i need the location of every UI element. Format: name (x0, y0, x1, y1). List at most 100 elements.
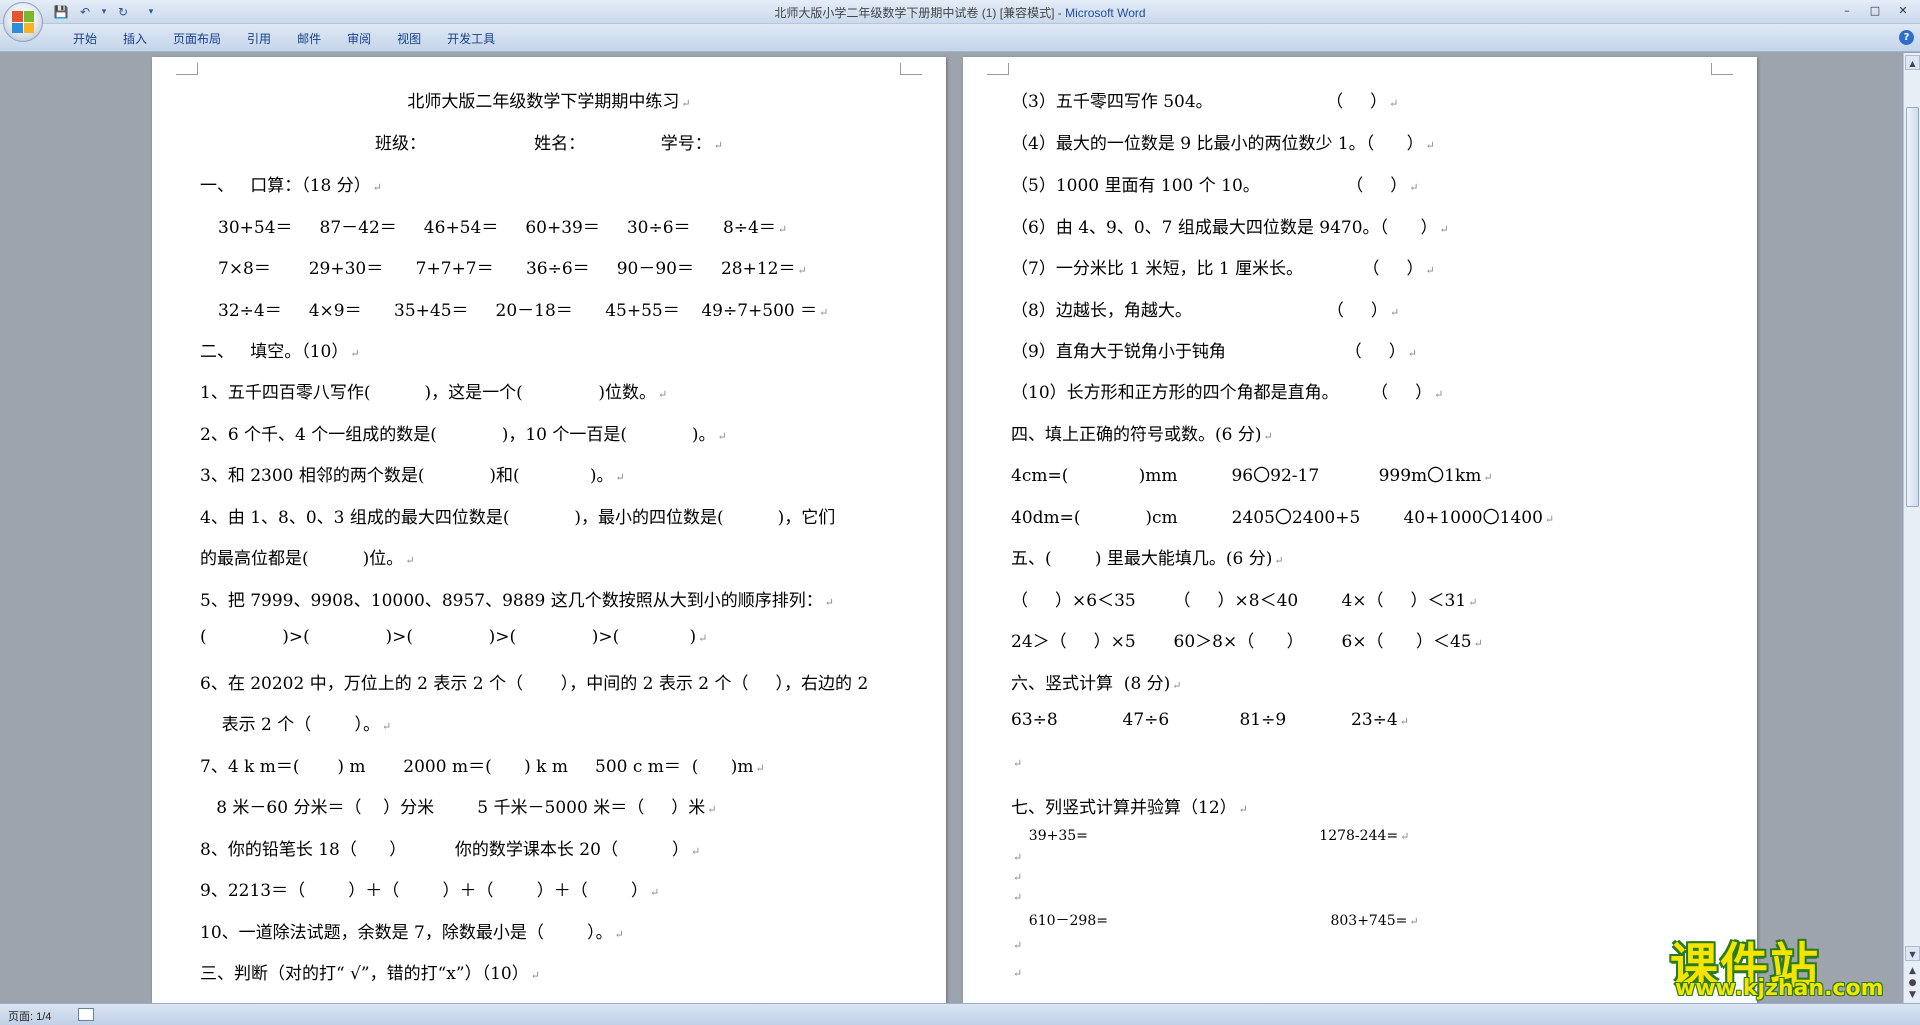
office-logo-icon (12, 11, 34, 33)
paragraph-mark: ↵ (1425, 264, 1435, 277)
paragraph-mark: ↵ (777, 223, 788, 236)
oral-row-text: 7×8＝ 29+30＝ 7+7+7＝ 36÷6＝ 90－90＝ 28+12＝ (218, 259, 796, 279)
paragraph-mark: ↵ (1013, 871, 1023, 884)
symbol-row-text: 4cm=( )mm 96〇92-17 999m〇1km (1011, 466, 1482, 486)
fill-line-text: 6、在 20202 中，万位上的 2 表示 2 个（ ），中间的 2 表示 2 … (200, 674, 869, 694)
fill-line: 8 米－60 分米＝（ ）分米 5 千米－5000 米＝（ ）米 ↵ (200, 793, 716, 818)
judge-item-text: （8）边越长，角越大。 （ ） (1011, 301, 1388, 321)
fill-line: 6、在 20202 中，万位上的 2 表示 2 个（ ），中间的 2 表示 2 … (200, 669, 868, 694)
office-button[interactable] (3, 2, 43, 42)
section-7-heading-text: 七、列竖式计算并验算（12） (1011, 798, 1237, 818)
fill-line: 3、和 2300 相邻的两个数是( )和( )。 ↵ (200, 461, 625, 486)
tab-mailings[interactable]: 邮件 (284, 30, 334, 47)
status-bar: 页面: 1/4 (0, 1003, 1920, 1025)
close-button[interactable]: ✕ (1890, 2, 1916, 20)
macro-record-icon[interactable] (78, 1008, 94, 1021)
page-1[interactable]: 北师大版二年级数学下学期期中练习 ↵ 班级： 姓名： 学号： ↵ 一、 口算：（18… (152, 57, 946, 1003)
margin-corner-marker (1711, 63, 1733, 75)
fill-line: 表示 2 个（ ）。 ↵ (200, 710, 392, 735)
section-4-heading: 四、填上正确的符号或数。(6 分) ↵ (1011, 420, 1273, 445)
paragraph-mark: ↵ (1013, 967, 1023, 980)
page-2[interactable]: （3）五千零四写作 504。 （ ） ↵ （4）最大的一位数是 9 比最小的两位数… (963, 57, 1757, 1003)
fill-line: 5、把 7999、9908、10000、8957、9889 这几个数按照从大到小… (200, 586, 834, 611)
section-2-heading-text: 二、 填空。（10） (200, 342, 349, 362)
section-2-heading: 二、 填空。（10） ↵ (200, 337, 360, 362)
section-1-heading-text: 一、 口算：（18 分） (200, 176, 371, 196)
paragraph-mark: ↵ (755, 762, 765, 775)
tab-page-layout[interactable]: 页面布局 (160, 30, 234, 47)
judge-item: （8）边越长，角越大。 （ ） ↵ (1011, 296, 1399, 321)
paragraph-mark: ↵ (1389, 306, 1400, 319)
maximize-button[interactable]: □ (1862, 2, 1888, 20)
empty-paragraph: ↵ (1011, 869, 1022, 885)
tab-references[interactable]: 引用 (234, 30, 284, 47)
page-number-indicator[interactable]: 页面: 1/4 (8, 1008, 51, 1024)
select-browse-object-icon[interactable]: ● (1906, 977, 1919, 989)
next-page-icon[interactable]: ▼ (1906, 989, 1919, 1001)
paragraph-mark: ↵ (1409, 915, 1419, 928)
student-info-text: 班级： 姓名： 学号： (375, 134, 712, 154)
document-area[interactable]: 北师大版二年级数学下学期期中练习 ↵ 班级： 姓名： 学号： ↵ 一、 口算：（18… (0, 53, 1903, 1003)
window-controls: – □ ✕ (1834, 2, 1916, 20)
empty-paragraph: ↵ (1011, 965, 1022, 981)
judge-item-text: （9）直角大于锐角小于钝角 （ ） (1011, 342, 1406, 362)
paragraph-mark: ↵ (819, 306, 829, 319)
scroll-up-icon[interactable]: ▲ (1905, 55, 1920, 70)
vertical-scrollbar[interactable]: ▲ ▼ ▲ ● ▼ (1903, 53, 1920, 1003)
maxfill-row-text: 24＞（ ）×5 60＞8×（ ） 6×（ ）＜45 (1011, 632, 1472, 652)
watermark-logo: 课件站 www.kjzhan.com (1665, 926, 1901, 1003)
fill-line-text: ( )>( )>( )>( )>( ) (200, 627, 697, 647)
scroll-down-icon[interactable]: ▼ (1905, 946, 1920, 961)
paragraph-mark: ↵ (707, 803, 717, 816)
section-4-heading-text: 四、填上正确的符号或数。(6 分) (1011, 425, 1262, 445)
paragraph-mark: ↵ (1263, 430, 1273, 443)
scrollbar-thumb[interactable] (1906, 107, 1919, 507)
check-calc-row: 39+35= 1278-244= ↵ (1011, 828, 1410, 844)
judge-item-text: （3）五千零四写作 504。 （ ） (1011, 92, 1388, 112)
fill-line-text: 9、2213＝（ ）＋（ ）＋（ ）＋（ ） (200, 881, 649, 901)
watermark-url: www.kjzhan.com (1675, 976, 1884, 1001)
tab-insert[interactable]: 插入 (110, 30, 160, 47)
tab-home[interactable]: 开始 (60, 30, 110, 47)
tab-view[interactable]: 视图 (384, 30, 434, 47)
fill-line-text: 8 米－60 分米＝（ ）分米 5 千米－5000 米＝（ ）米 (200, 798, 706, 818)
paragraph-mark: ↵ (1013, 851, 1023, 864)
check-calc-text: 610－298= 803+745= (1011, 913, 1408, 929)
maxfill-row: 24＞（ ）×5 60＞8×（ ） 6×（ ）＜45 ↵ (1011, 627, 1483, 652)
previous-page-icon[interactable]: ▲ (1906, 965, 1919, 977)
section-5-heading: 五、( ) 里最大能填几。(6 分) ↵ (1011, 544, 1284, 569)
section-1-heading: 一、 口算：（18 分） ↵ (200, 171, 382, 196)
judge-item: （10）长方形和正方形的四个角都是直角。 （ ） ↵ (1011, 378, 1443, 403)
minimize-button[interactable]: – (1834, 2, 1860, 20)
empty-paragraph: ↵ (1011, 752, 1022, 772)
maxfill-row-text: （ ）×6＜35 （ ）×8＜40 4×（ ）＜31 (1011, 591, 1467, 611)
maxfill-row: （ ）×6＜35 （ ）×8＜40 4×（ ）＜31 ↵ (1011, 586, 1477, 611)
paragraph-mark: ↵ (650, 886, 660, 899)
fill-line-text: 4、由 1、8、0、3 组成的最大四位数是( )，最小的四位数是( )，它们 (200, 508, 836, 528)
paragraph-mark: ↵ (1274, 554, 1284, 567)
help-icon[interactable]: ? (1899, 30, 1914, 45)
paragraph-mark: ↵ (690, 845, 701, 858)
fill-line-text: 5、把 7999、9908、10000、8957、9889 这几个数按照从大到小… (200, 591, 823, 611)
oral-row: 7×8＝ 29+30＝ 7+7+7＝ 36÷6＝ 90－90＝ 28+12＝ ↵ (218, 254, 807, 279)
tab-developer[interactable]: 开发工具 (434, 30, 508, 47)
judge-item-text: （5）1000 里面有 100 个 10。 （ ） (1011, 176, 1408, 196)
paragraph-mark: ↵ (698, 632, 708, 645)
paragraph-mark: ↵ (1407, 347, 1417, 360)
fill-line-text: 2、6 个千、4 个一组成的数是( )，10 个一百是( )。 (200, 425, 716, 445)
paragraph-mark: ↵ (1172, 679, 1182, 692)
section-6-heading-text: 六、竖式计算 (8 分) (1011, 674, 1171, 694)
paragraph-mark: ↵ (681, 97, 691, 110)
fill-line-text: 10、一道除法试题，余数是 7，除数最小是（ ）。 (200, 923, 613, 943)
student-info: 班级： 姓名： 学号： ↵ (152, 129, 946, 154)
section-3-heading-text: 三、判断（对的打“ √”，错的打“x”）（10） (200, 964, 529, 984)
paragraph-mark: ↵ (1425, 139, 1435, 152)
judge-item-text: （10）长方形和正方形的四个角都是直角。 （ ） (1011, 383, 1433, 403)
fill-line: 的最高位都是( )位。 ↵ (200, 544, 415, 569)
fill-line: ( )>( )>( )>( )>( ) ↵ (200, 627, 707, 647)
fill-line-text: 的最高位都是( )位。 (200, 549, 404, 569)
vertical-calc-row: 63÷8 47÷6 81÷9 23÷4 ↵ (1011, 710, 1409, 730)
paragraph-mark: ↵ (1434, 388, 1444, 401)
tab-review[interactable]: 审阅 (334, 30, 384, 47)
paragraph-mark: ↵ (1389, 97, 1399, 110)
